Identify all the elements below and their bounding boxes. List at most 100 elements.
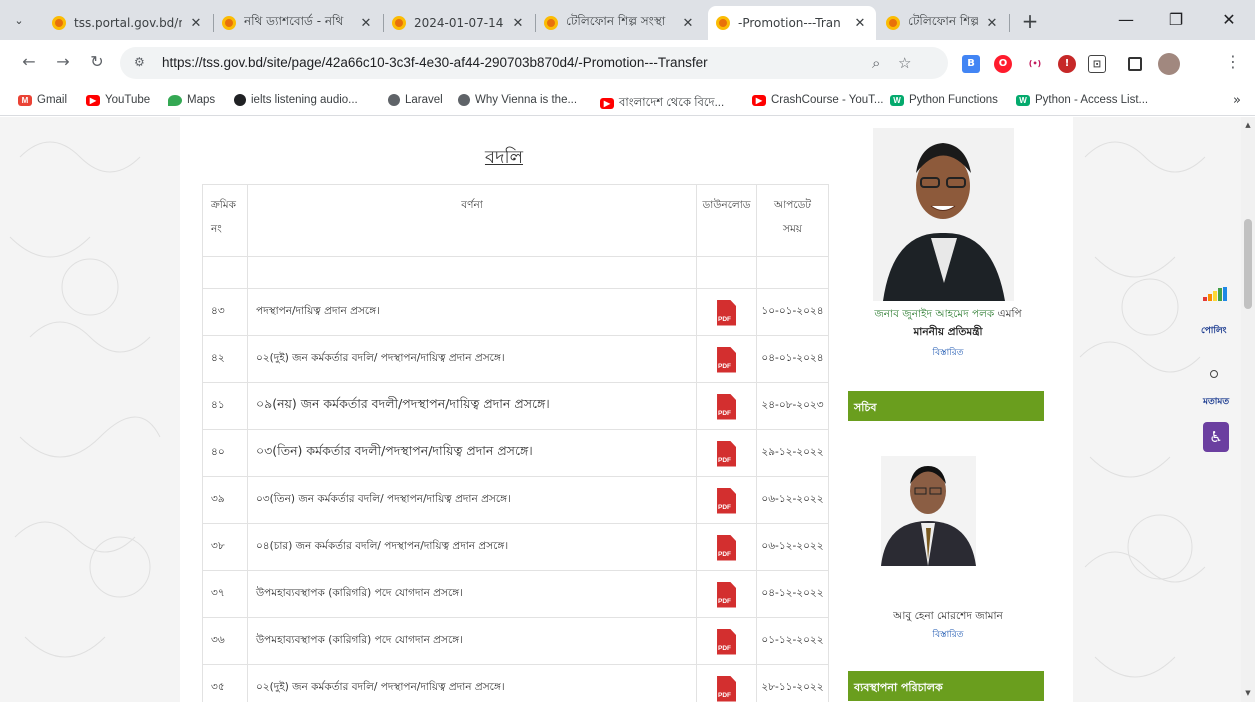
- adblock-extension-icon[interactable]: !: [1058, 55, 1076, 73]
- pdf-download-icon[interactable]: PDF: [717, 299, 737, 326]
- row-updated-date: ০৬-১২-২০২২: [756, 476, 829, 524]
- row-updated-date: ০৪-০১-২০২৪: [756, 335, 829, 383]
- row-description: ০৯(নয়) জন কর্মকর্তার বদলী/পদস্থাপন/দায়…: [246, 382, 698, 430]
- minister-title: মাননীয় প্রতিমন্ত্রী: [913, 326, 983, 338]
- tab-close-icon[interactable]: ✕: [510, 16, 526, 31]
- bookmark-star-icon[interactable]: ☆: [898, 54, 911, 72]
- tab-2[interactable]: নথি ড্যাশবোর্ড - নথি ✕: [214, 6, 382, 40]
- row-updated-date: ২৮-১১-২০২২: [756, 664, 829, 702]
- poll-icon[interactable]: [1203, 287, 1227, 301]
- forward-icon[interactable]: →: [52, 52, 74, 71]
- bookmark-youtube[interactable]: ▶ YouTube: [86, 94, 150, 106]
- minister-name: জনাব জুনাইদ আহমেদ পলক: [874, 308, 995, 320]
- restore-icon[interactable]: ❐: [1162, 10, 1190, 29]
- pdf-download-icon[interactable]: PDF: [717, 628, 737, 655]
- site-info-icon[interactable]: ⚙: [134, 55, 145, 69]
- bookmark-ielts[interactable]: ielts listening audio...: [234, 94, 358, 106]
- w3schools-icon: W: [890, 94, 904, 106]
- window-close-icon[interactable]: ✕: [1215, 10, 1243, 29]
- managing-director-heading: ব্যবস্থাপনা পরিচালক: [848, 671, 1044, 701]
- tab-favicon-icon: [52, 16, 66, 30]
- browser-menu-icon[interactable]: ⋮: [1222, 52, 1244, 71]
- row-download: PDF: [696, 429, 757, 477]
- row-updated-date: ০৪-১২-২০২২: [756, 570, 829, 618]
- url-text[interactable]: https://tss.gov.bd/site/page/42a66c10-3c…: [162, 55, 708, 70]
- main-content: বদলি ক্রমিক নং বর্ণনা ডাউনলোড আপডেট সময়…: [180, 117, 1073, 702]
- row-serial: ৪২: [202, 335, 248, 383]
- pdf-download-icon[interactable]: PDF: [717, 393, 737, 420]
- tab-4[interactable]: টেলিফোন শিল্প সংস্থা ✕: [536, 6, 704, 40]
- pdf-download-icon[interactable]: PDF: [717, 346, 737, 373]
- side-panel-icon[interactable]: [1128, 57, 1142, 71]
- row-download: PDF: [696, 382, 757, 430]
- secretary-heading: সচিব: [848, 391, 1044, 421]
- opinion-label[interactable]: মতামত: [1203, 394, 1229, 409]
- pdf-download-icon[interactable]: PDF: [717, 487, 737, 514]
- row-serial: ৪৩: [202, 288, 248, 336]
- pdf-download-icon[interactable]: PDF: [717, 534, 737, 561]
- row-download: PDF: [696, 570, 757, 618]
- tab-6[interactable]: টেলিফোন শিল্প সংস্থা ✕: [878, 6, 1008, 40]
- zoom-icon[interactable]: ⌕: [872, 54, 880, 72]
- row-description: ০২(দুই) জন কর্মকর্তার বদলি/ পদস্থাপন/দায…: [246, 664, 698, 702]
- new-tab-icon[interactable]: +: [1018, 9, 1042, 33]
- minister-suffix: এমপি: [997, 308, 1022, 320]
- opinion-icon[interactable]: [1210, 370, 1218, 378]
- row-serial: ৩৯: [202, 476, 248, 524]
- pdf-download-icon[interactable]: PDF: [717, 675, 737, 702]
- page-scrollbar[interactable]: ▲ ▼: [1241, 117, 1255, 702]
- bookmark-python-functions[interactable]: W Python Functions: [890, 94, 998, 106]
- scroll-up-icon[interactable]: ▲: [1243, 121, 1253, 129]
- bookmark-gmail[interactable]: M Gmail: [18, 94, 67, 106]
- minister-name-row: জনাব জুনাইদ আহমেদ পলক এমপি: [848, 307, 1048, 324]
- transfer-table: ক্রমিক নং বর্ণনা ডাউনলোড আপডেট সময় ৪৩ পদ…: [202, 184, 829, 702]
- tab-favicon-icon: [392, 16, 406, 30]
- tab-3[interactable]: 2024-01-07-14-18 ✕: [384, 6, 534, 40]
- bookmark-laravel[interactable]: Laravel: [388, 94, 443, 106]
- bookmark-label: Python - Access List...: [1035, 94, 1149, 106]
- bookmark-crashcourse[interactable]: ▶ CrashCourse - YouT...: [752, 94, 884, 106]
- scroll-thumb[interactable]: [1244, 219, 1252, 309]
- bookmark-maps[interactable]: Maps: [168, 94, 215, 106]
- scroll-down-icon[interactable]: ▼: [1243, 689, 1253, 697]
- bookmark-label: বাংলাদেশ থেকে বিদে...: [619, 97, 725, 109]
- tab-close-icon[interactable]: ✕: [358, 16, 374, 31]
- bookmark-bangladesh[interactable]: ▶ বাংলাদেশ থেকে বিদে...: [600, 94, 724, 113]
- extensions-puzzle-icon[interactable]: ⊡: [1088, 55, 1106, 73]
- tab-1[interactable]: tss.portal.gov.bd/n ✕: [44, 6, 212, 40]
- table-row: ৪০ ০৩(তিন) কর্মকর্তার বদলী/পদস্থাপন/দায়ি…: [202, 429, 829, 477]
- back-icon[interactable]: ←: [18, 52, 40, 71]
- minimize-icon[interactable]: —: [1112, 10, 1140, 29]
- row-serial: ৪০: [202, 429, 248, 477]
- more-bookmarks-icon[interactable]: »: [1233, 93, 1241, 108]
- tab-5-active[interactable]: -Promotion---Tran ✕: [708, 6, 876, 40]
- tab-close-icon[interactable]: ✕: [984, 16, 1000, 31]
- tab-separator: [1009, 14, 1010, 32]
- bookmark-label: Gmail: [37, 94, 68, 106]
- address-bar[interactable]: ⚙ https://tss.gov.bd/site/page/42a66c10-…: [120, 47, 948, 79]
- tab-close-icon[interactable]: ✕: [188, 16, 204, 31]
- tab-search-icon[interactable]: ⌄: [8, 10, 30, 32]
- secretary-details-link[interactable]: বিস্তারিত: [848, 627, 1048, 642]
- bookmark-vienna[interactable]: Why Vienna is the...: [458, 94, 577, 106]
- header-label: ক্রমিক নং: [211, 199, 236, 235]
- tab-close-icon[interactable]: ✕: [680, 16, 696, 31]
- pdf-download-icon[interactable]: PDF: [717, 440, 737, 467]
- row-description: পদস্থাপন/দায়িত্ব প্রদান প্রসঙ্গে।: [246, 288, 698, 336]
- tab-close-icon[interactable]: ✕: [852, 16, 868, 31]
- pdf-download-icon[interactable]: PDF: [717, 581, 737, 608]
- row-serial: ৩৫: [202, 664, 248, 702]
- poll-label[interactable]: পোলিং: [1201, 323, 1227, 338]
- translate-extension-icon[interactable]: B: [962, 55, 980, 73]
- bookmark-python-access[interactable]: W Python - Access List...: [1016, 94, 1148, 106]
- accessibility-icon[interactable]: ♿: [1203, 422, 1229, 452]
- bookmark-label: CrashCourse - YouT...: [771, 94, 884, 106]
- reload-icon[interactable]: ↻: [86, 52, 108, 71]
- minister-details-link[interactable]: বিস্তারিত: [848, 345, 1048, 360]
- wifi-extension-icon[interactable]: (•): [1026, 55, 1044, 73]
- profile-avatar[interactable]: [1158, 53, 1180, 75]
- secretary-name: আবু হেনা মোরশেদ জামান: [893, 610, 1003, 622]
- maps-icon: [168, 94, 182, 106]
- row-updated-date: ২৯-১২-২০২২: [756, 429, 829, 477]
- opera-extension-icon[interactable]: O: [994, 55, 1012, 73]
